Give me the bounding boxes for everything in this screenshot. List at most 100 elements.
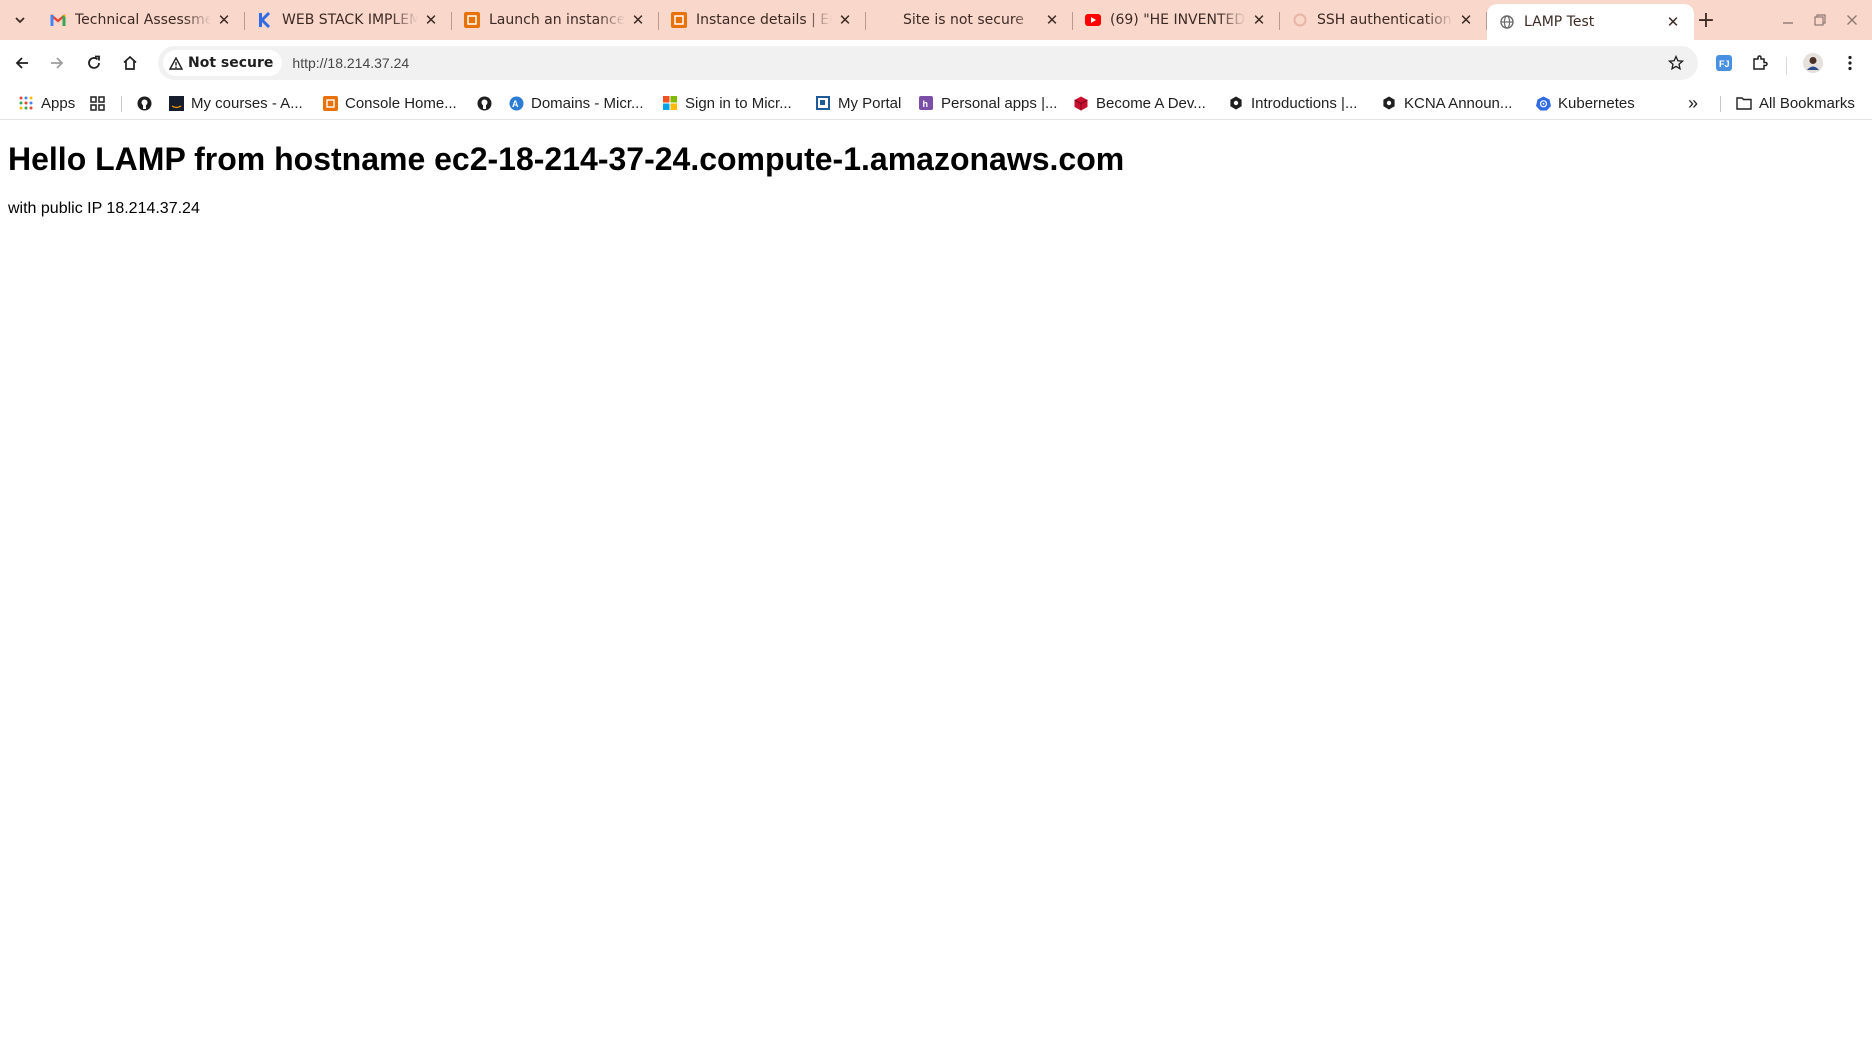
avatar	[1803, 53, 1823, 73]
restore-icon[interactable]	[1810, 10, 1830, 30]
kubernetes-k-icon	[257, 12, 273, 28]
globe-icon	[1499, 14, 1515, 30]
chevron-down-icon	[15, 17, 25, 24]
bookmark-star-button[interactable]	[1666, 53, 1686, 73]
personal-apps-icon: h	[918, 95, 934, 111]
warning-icon	[169, 56, 183, 70]
blank-favicon	[878, 12, 894, 28]
close-icon[interactable]: ✕	[1664, 13, 1682, 31]
tab-instance-details[interactable]: Instance details | EC2 ✕	[659, 0, 866, 40]
home-button[interactable]	[116, 49, 144, 77]
browser-toolbar: Not secure http://18.214.37.24 FJ	[0, 40, 1872, 86]
bookmark-introductions[interactable]: Introductions |...	[1228, 90, 1357, 116]
back-arrow-icon	[15, 57, 28, 69]
bookmark-become-a-dev[interactable]: Become A Dev...	[1073, 90, 1206, 116]
bookmarks-overflow-button[interactable]: »	[1688, 90, 1698, 116]
tab-web-stack[interactable]: WEB STACK IMPLEMENTATION ✕	[245, 0, 452, 40]
cube-icon	[1073, 95, 1089, 111]
tab-strip: Technical Assessment ✕ WEB STACK IMPLEME…	[0, 0, 1872, 40]
bookmark-label: Become A Dev...	[1096, 94, 1206, 112]
extensions-button[interactable]	[1748, 51, 1772, 75]
bookmark-label: Apps	[41, 94, 76, 112]
tab-launch-instance[interactable]: Launch an instance | EC2 ✕	[452, 0, 659, 40]
microsoft-icon: A	[508, 95, 524, 111]
reload-button[interactable]	[80, 49, 108, 77]
reload-icon	[88, 55, 100, 69]
bookmark-sign-in-microsoft[interactable]: Sign in to Micr...	[662, 90, 792, 116]
github-icon	[136, 95, 152, 111]
close-icon[interactable]: ✕	[836, 11, 854, 29]
page-subtext: with public IP 18.214.37.24	[8, 200, 200, 217]
tab-groups-button[interactable]	[89, 90, 112, 116]
tab-title: SSH authentication f	[1317, 12, 1453, 28]
tab-groups-icon	[89, 95, 105, 111]
bookmark-personal-apps[interactable]: h Personal apps |...	[918, 90, 1057, 116]
tab-title: WEB STACK IMPLEMENTATION	[282, 12, 418, 28]
aws-dark-icon	[168, 95, 184, 111]
bookmark-github-2[interactable]	[476, 90, 499, 116]
folder-icon	[1736, 95, 1752, 111]
menu-button[interactable]	[1838, 51, 1862, 75]
tab-youtube[interactable]: (69) "HE INVENTED ✕	[1073, 0, 1280, 40]
minimize-icon[interactable]	[1778, 10, 1798, 30]
extension-fj-icon: FJ	[1716, 55, 1732, 71]
page-heading: Hello LAMP from hostname ec2-18-214-37-2…	[8, 141, 1125, 177]
svg-text:h: h	[923, 99, 929, 109]
all-bookmarks-button[interactable]: All Bookmarks	[1736, 90, 1855, 116]
bookmark-label: Sign in to Micr...	[685, 94, 792, 112]
close-icon[interactable]: ✕	[629, 11, 647, 29]
bookmark-kcna[interactable]: KCNA Announ...	[1381, 90, 1512, 116]
tab-title: Technical Assessment	[75, 12, 211, 28]
bookmarks-divider	[121, 96, 122, 112]
close-icon[interactable]: ✕	[1250, 11, 1268, 29]
new-tab-button[interactable]: +	[1694, 8, 1718, 33]
linux-foundation-icon	[1228, 95, 1244, 111]
profile-button[interactable]	[1801, 51, 1825, 75]
extension-fj-button[interactable]: FJ	[1712, 51, 1736, 75]
windows-icon	[662, 95, 678, 111]
close-icon[interactable]: ✕	[215, 11, 233, 29]
close-icon[interactable]: ✕	[422, 11, 440, 29]
url-text[interactable]: http://18.214.37.24	[292, 55, 409, 71]
close-icon[interactable]: ✕	[1043, 11, 1061, 29]
tab-title: (69) "HE INVENTED	[1110, 12, 1246, 28]
security-chip[interactable]: Not secure	[163, 50, 283, 76]
bookmark-github[interactable]	[136, 90, 159, 116]
gmail-icon	[50, 12, 66, 28]
close-icon[interactable]: ✕	[1457, 11, 1475, 29]
forward-arrow-icon	[51, 57, 64, 69]
bookmark-kubernetes[interactable]: Kubernetes	[1535, 90, 1635, 116]
bookmark-label: Kubernetes	[1558, 94, 1635, 112]
tab-technical-assessment[interactable]: Technical Assessment ✕	[38, 0, 245, 40]
bookmark-label: My courses - A...	[191, 94, 303, 112]
tab-lamp-test[interactable]: LAMP Test ✕	[1487, 4, 1694, 40]
bookmarks-bar: Apps My courses - A... Console Home... A…	[0, 86, 1872, 120]
bookmark-domains[interactable]: A Domains - Micr...	[508, 90, 644, 116]
bookmark-console-home[interactable]: Console Home...	[322, 90, 457, 116]
forward-button[interactable]	[43, 49, 71, 77]
security-label: Not secure	[188, 55, 274, 71]
home-icon	[123, 55, 137, 70]
window-close-icon[interactable]	[1842, 10, 1862, 30]
portal-icon	[815, 95, 831, 111]
tab-site-not-secure[interactable]: Site is not secure ✕	[866, 0, 1073, 40]
aws-icon	[464, 12, 480, 28]
address-bar[interactable]: Not secure http://18.214.37.24	[158, 46, 1698, 80]
bookmark-my-courses[interactable]: My courses - A...	[168, 90, 303, 116]
tab-title: Site is not secure	[903, 12, 1024, 28]
bookmark-apps[interactable]: Apps	[18, 90, 75, 116]
tab-search-button[interactable]	[8, 8, 32, 32]
tab-title: LAMP Test	[1524, 14, 1595, 30]
bookmark-label: Introductions |...	[1251, 94, 1358, 112]
linux-foundation-icon	[1381, 95, 1397, 111]
github-icon	[476, 95, 492, 111]
loading-icon	[1292, 12, 1308, 28]
tab-list: Technical Assessment ✕ WEB STACK IMPLEME…	[38, 0, 1694, 40]
bookmark-my-portal[interactable]: My Portal	[815, 90, 901, 116]
back-button[interactable]	[8, 49, 36, 77]
aws-orange-icon	[322, 95, 338, 111]
svg-text:A: A	[512, 99, 519, 109]
tab-ssh-authentication[interactable]: SSH authentication f ✕	[1280, 0, 1487, 40]
puzzle-icon	[1753, 55, 1768, 70]
youtube-icon	[1085, 12, 1101, 28]
